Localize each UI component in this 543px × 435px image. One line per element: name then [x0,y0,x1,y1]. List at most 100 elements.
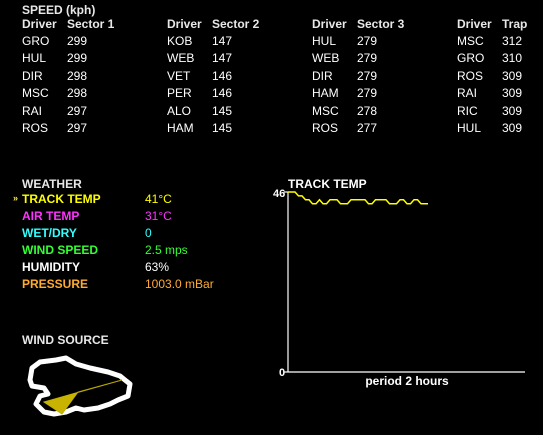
sector-1-table: Driver Sector 1 GRO 299 HUL 299 DIR 298 MSC 2… [22,17,114,137]
driver-code: RIC [457,103,478,118]
weather-value: 41°C [145,192,172,206]
table-row: WEB 279 [312,50,404,67]
table-row: WEB 147 [167,50,259,67]
speed-value: 278 [357,103,378,118]
speed-value: 309 [502,103,523,118]
driver-header: Driver [167,17,202,31]
weather-label: WIND SPEED [22,243,99,257]
driver-code: VET [167,68,191,83]
speed-value: 309 [502,86,523,101]
speed-value: 146 [212,86,233,101]
weather-label: AIR TEMP [22,209,80,223]
table-row: PER 146 [167,85,259,102]
y-tick-label: 46 [273,188,285,200]
weather-value: 63% [145,260,170,274]
speed-value: 145 [212,120,233,135]
driver-code: ROS [22,120,49,135]
speed-value: 145 [212,103,233,118]
speed-value: 298 [67,68,88,83]
speed-value: 277 [357,120,378,135]
track-temp-series [288,191,428,205]
weather-label: TRACK TEMP [22,192,101,206]
driver-code: HAM [312,86,339,101]
speed-value: 146 [212,68,233,83]
driver-code: ALO [167,103,192,118]
driver-header: Driver [312,17,347,31]
table-row: ROS 297 [22,120,114,137]
weather-value: 1003.0 mBar [145,277,214,291]
speed-title: SPEED (kph) [22,3,96,17]
speed-value: 299 [67,51,88,66]
driver-code: HAM [167,120,194,135]
driver-code: MSC [312,103,339,118]
speed-value: 298 [67,86,88,101]
weather-label: WET/DRY [22,226,77,240]
table-row: HUL 309 [457,120,527,137]
table-row: DIR 298 [22,68,114,85]
weather-value: 0 [145,226,152,240]
wind-direction-arrow-icon [27,355,133,417]
driver-code: WEB [167,51,195,66]
sector-2-table: Driver Sector 2 KOB 147 WEB 147 VET 146 PER 1… [167,17,259,137]
weather-title: WEATHER [22,177,82,191]
driver-code: RAI [22,103,43,118]
table-row: ROS 309 [457,68,527,85]
speed-value: 147 [212,51,233,66]
track-temp-chart: 46 0 period 2 hours [273,188,525,388]
driver-code: ROS [457,68,484,83]
speed-value: 297 [67,103,88,118]
weather-value: 31°C [145,209,172,223]
driver-code: GRO [457,51,485,66]
driver-code: MSC [22,86,49,101]
speed-trap-table: Driver Trap MSC 312 GRO 310 ROS 309 RAI 309 R… [457,17,527,137]
driver-code: MSC [457,34,484,48]
wind-source-title: WIND SOURCE [22,333,109,347]
table-row: RAI 297 [22,103,114,120]
weather-label: PRESSURE [22,277,89,291]
speed-value: 147 [212,34,233,48]
y-tick-label: 0 [279,367,285,379]
driver-header: Driver [22,17,57,31]
speed-value: 309 [502,68,523,83]
speed-value: 312 [502,34,523,48]
table-row: HAM 279 [312,85,404,102]
table-row: HAM 145 [167,120,259,137]
driver-code: ROS [312,120,339,135]
table-row: VET 146 [167,68,259,85]
table-row: GRO 310 [457,50,527,67]
driver-header: Driver [457,17,492,31]
speed-value: 279 [357,68,378,83]
speed-value: 299 [67,34,88,48]
speed-value: 310 [502,51,523,66]
table-row: MSC 278 [312,103,404,120]
table-row: ALO 145 [167,103,259,120]
weather-value: 2.5 mps [145,243,188,257]
speed-value: 279 [357,86,378,101]
sector-2-header: Sector 2 [212,17,260,31]
table-row: GRO 299 [22,33,114,50]
driver-code: HUL [312,34,337,48]
table-row: ROS 277 [312,120,404,137]
table-row: DIR 279 [312,68,404,85]
sector-3-header: Sector 3 [357,17,405,31]
speed-value: 279 [357,34,378,48]
driver-code: PER [167,86,192,101]
table-row: HUL 279 [312,33,404,50]
sector-3-table: Driver Sector 3 HUL 279 WEB 279 DIR 279 HAM 2… [312,17,404,137]
table-row: RIC 309 [457,103,527,120]
table-row: KOB 147 [167,33,259,50]
trap-header: Trap [502,17,528,31]
speed-value: 279 [357,51,378,66]
driver-code: RAI [457,86,478,101]
driver-code: GRO [22,34,50,48]
track-outline [27,355,133,417]
driver-code: HUL [457,120,482,135]
speed-value: 309 [502,120,523,135]
driver-code: HUL [22,51,47,66]
driver-code: WEB [312,51,340,66]
x-axis-label: period 2 hours [365,374,449,388]
driver-code: DIR [312,68,333,83]
driver-code: DIR [22,68,43,83]
speed-value: 297 [67,120,88,135]
table-row: MSC 312 [457,33,527,50]
